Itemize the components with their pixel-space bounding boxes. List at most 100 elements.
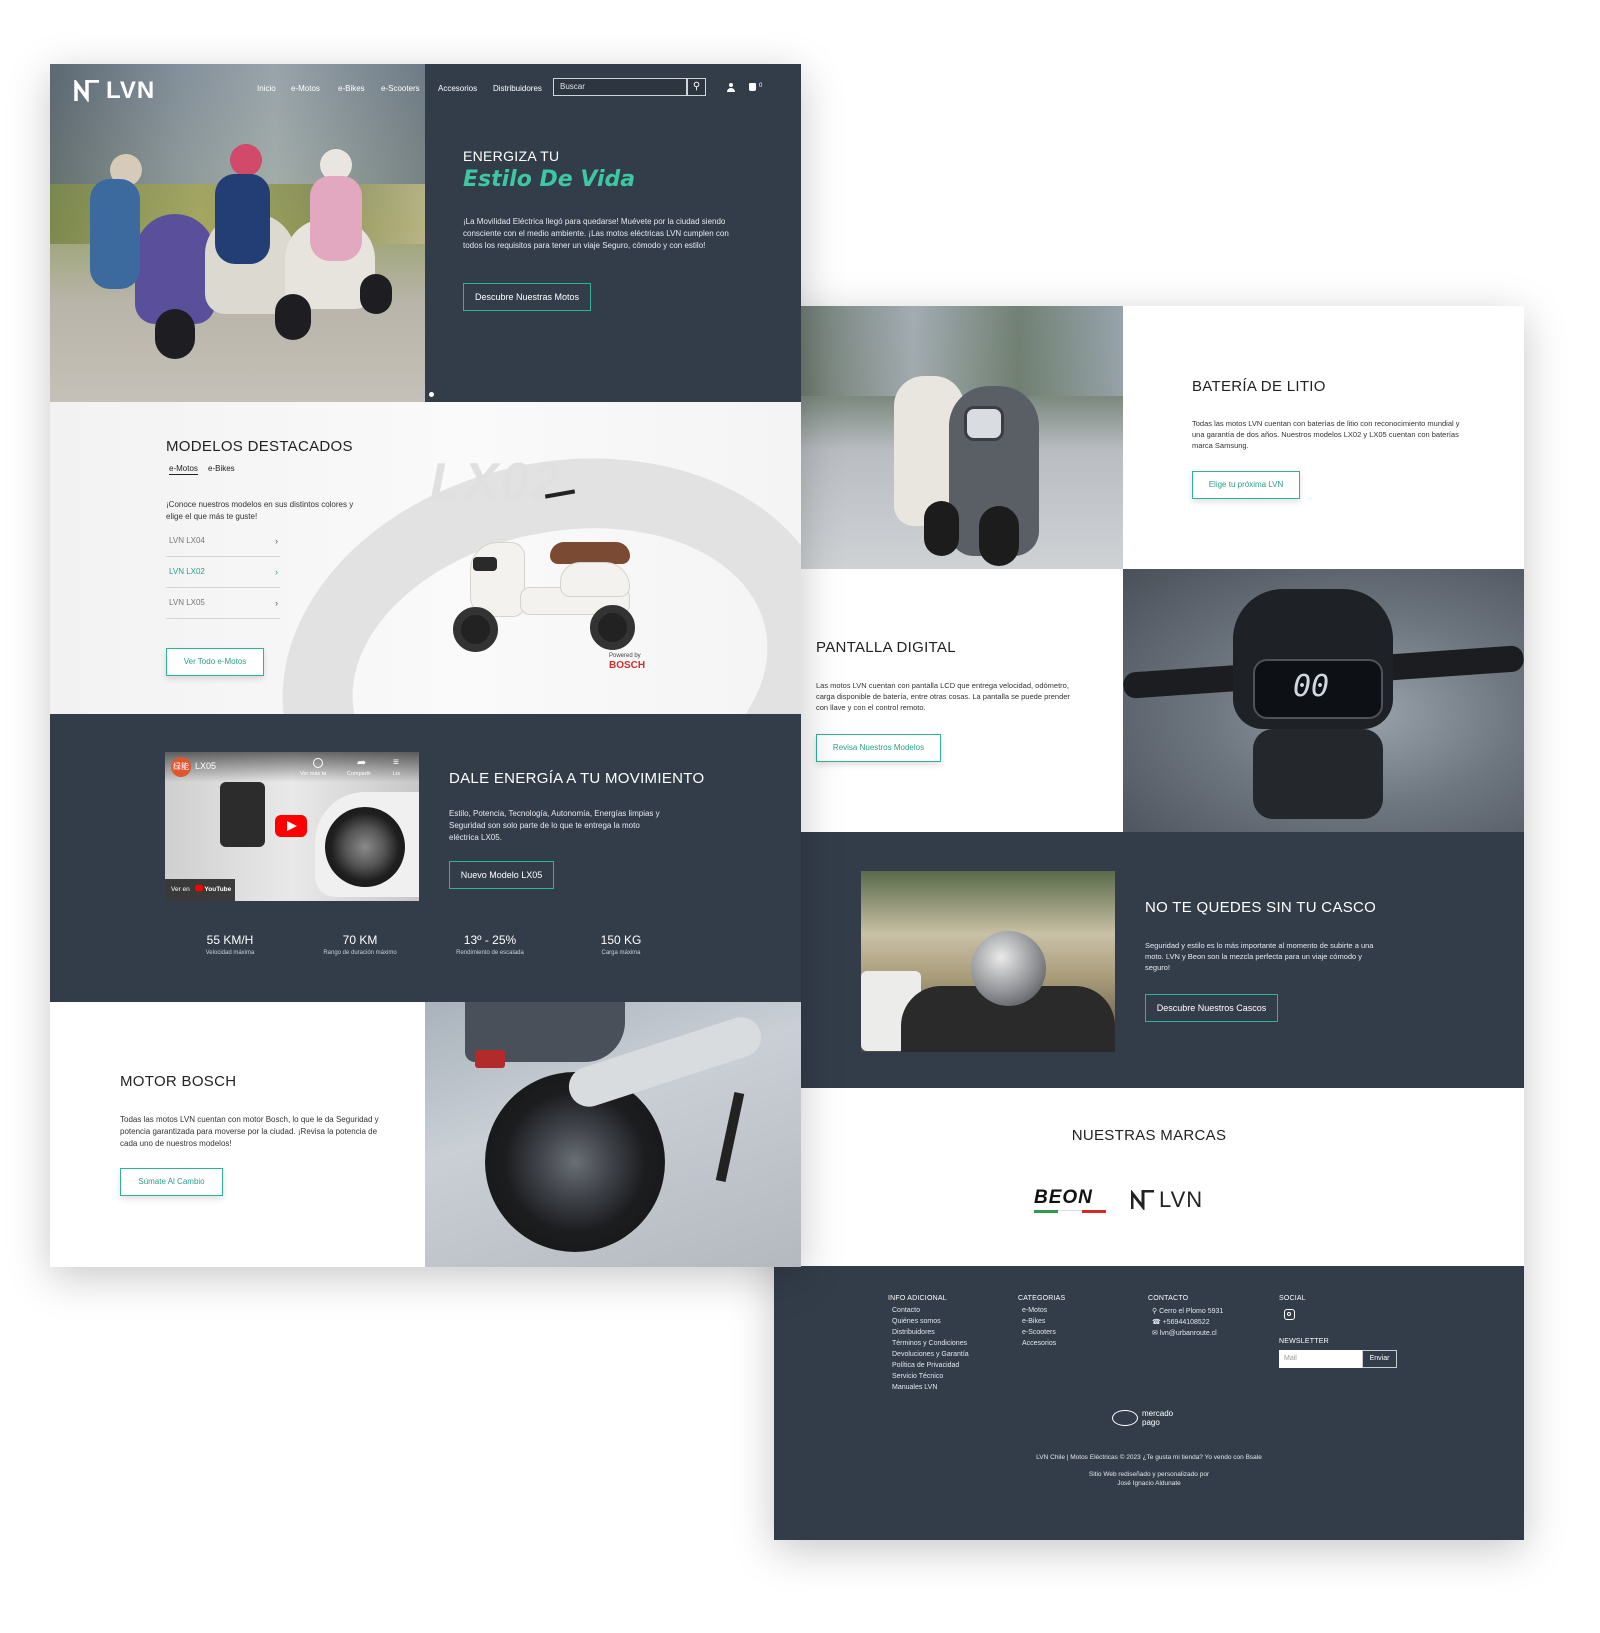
nav-emotos[interactable]: e-Motos [291, 84, 320, 93]
video-section-text: Estilo, Potencia, Tecnología, Autonomía,… [449, 809, 660, 842]
model-label: LVN LX05 [169, 598, 205, 607]
user-icon[interactable] [727, 83, 735, 92]
powered-by-text: Powered by [609, 653, 641, 659]
brand-lvn-logo: LVN [1131, 1187, 1203, 1213]
newsletter-submit-button[interactable]: Enviar [1362, 1350, 1397, 1368]
scooters-street-photo [774, 306, 1123, 569]
helmet-photo [861, 871, 1115, 1052]
watch-on-label: Ver en [171, 886, 190, 893]
footer-categories-title: CATEGORIAS [1018, 1295, 1066, 1302]
carousel-dot-2[interactable] [429, 392, 434, 397]
lvn-mark-icon [74, 80, 99, 102]
footer-contact-title: CONTACTO [1148, 1295, 1189, 1302]
footer-credit-line1: Sitio Web rediseñado y personalizado por [1088, 1471, 1210, 1478]
playlist-icon[interactable]: ≡ [393, 757, 399, 768]
video-section: 绿能 LX05 Ver más ta ➦ Compartir ≡ Lis Ver… [50, 714, 801, 1002]
video-section-title: DALE ENERGÍA A TU MOVIMIENTO [449, 770, 705, 787]
footer: INFO ADICIONAL Contacto Quiénes somos Di… [774, 1266, 1524, 1540]
model-item-lx02[interactable]: LVN LX02 › [166, 557, 280, 588]
footer-link-manuales[interactable]: Manuales LVN [892, 1384, 937, 1391]
model-item-lx05[interactable]: LVN LX05 › [166, 588, 280, 619]
footer-address-text: Cerro el Plomo 5931 [1159, 1308, 1224, 1315]
battery-title: BATERÍA DE LITIO [1192, 378, 1326, 395]
youtube-play-icon[interactable] [275, 815, 307, 837]
mercado-pago-logo: mercado pago [1112, 1409, 1186, 1427]
footer-link-contacto[interactable]: Contacto [892, 1307, 920, 1314]
footer-cat-escooters[interactable]: e-Scooters [1022, 1329, 1056, 1336]
watch-on-youtube[interactable]: Ver en YouTube [165, 879, 235, 901]
lcd-display-photo: 00 [1123, 569, 1524, 832]
footer-link-servicio-tecnico[interactable]: Servicio Técnico [892, 1373, 943, 1380]
display-title: PANTALLA DIGITAL [816, 639, 956, 656]
choose-lvn-button[interactable]: Elige tu próxima LVN [1192, 471, 1300, 499]
footer-address: ⚲ Cerro el Plomo 5931 [1152, 1307, 1223, 1315]
footer-link-devoluciones[interactable]: Devoluciones y Garantía [892, 1351, 969, 1358]
stat-speed: 55 KM/H Velocidad máxima [170, 933, 290, 956]
brand-lvn-text: LVN [1159, 1187, 1204, 1212]
footer-cat-accesorios[interactable]: Accesorios [1022, 1340, 1056, 1347]
video-title: LX05 [195, 761, 217, 771]
video-player[interactable]: 绿能 LX05 Ver más ta ➦ Compartir ≡ Lis Ver… [165, 752, 419, 901]
discover-motos-button[interactable]: Descubre Nuestras Motos [463, 283, 591, 311]
youtube-logo-icon [194, 885, 203, 891]
stat-value: 55 KM/H [206, 933, 254, 947]
stat-label: Carga máxima [601, 950, 641, 956]
hero-title-line2: Estilo De Vida [463, 167, 636, 192]
tab-emotos[interactable]: e-Motos [169, 464, 198, 475]
footer-email[interactable]: ✉ lvn@urbanroute.cl [1152, 1329, 1217, 1337]
hero-section: LVN Inicio e-Motos e-Bikes e-Scooters Ac… [50, 64, 801, 402]
channel-avatar: 绿能 [171, 757, 191, 777]
model-label: LVN LX02 [169, 567, 205, 576]
nav-escooters[interactable]: e-Scooters [381, 84, 420, 93]
new-model-lx05-button[interactable]: Nuevo Modelo LX05 [449, 861, 554, 889]
cart-count: 0 [759, 83, 763, 89]
chevron-right-icon: › [275, 536, 278, 546]
nav-distribuidores[interactable]: Distribuidores [493, 84, 542, 93]
stat-load: 150 KG Carga máxima [561, 933, 681, 956]
tab-ebikes[interactable]: e-Bikes [208, 464, 235, 473]
brand-beon-logo: BEON [1034, 1187, 1106, 1213]
nav-ebikes[interactable]: e-Bikes [338, 84, 365, 93]
logo-text: LVN [106, 77, 156, 104]
stat-value: 13º - 25% [463, 933, 517, 947]
footer-cat-emotos[interactable]: e-Motos [1022, 1307, 1047, 1314]
footer-link-terminos[interactable]: Términos y Condiciones [892, 1340, 967, 1347]
footer-link-distribuidores[interactable]: Distribuidores [892, 1329, 935, 1336]
brand-beon-text: BEON [1034, 1187, 1093, 1208]
motor-text: Todas las motos LVN cuentan con motor Bo… [120, 1115, 379, 1148]
footer-phone[interactable]: ☎ +56944108522 [1152, 1318, 1210, 1326]
footer-social-title: SOCIAL [1279, 1295, 1306, 1302]
mercado-pago-text: mercado pago [1142, 1409, 1174, 1427]
hero-text: ¡La Movilidad Eléctrica llegó para queda… [463, 217, 729, 250]
share-icon[interactable]: ➦ [357, 756, 366, 769]
stat-label: Rendimiento de escalada [456, 950, 524, 956]
wheel-image [325, 807, 405, 887]
hero-title-line1: ENERGIZA TU [463, 148, 560, 164]
view-all-emotos-button[interactable]: Ver Todo e-Motos [166, 648, 264, 676]
search-icon[interactable]: ⚲ [687, 78, 706, 96]
discover-helmets-button[interactable]: Descubre Nuestros Cascos [1145, 994, 1278, 1022]
page-mockup-right: BATERÍA DE LITIO Todas las motos LVN cue… [774, 306, 1524, 1540]
cart-icon[interactable] [749, 83, 756, 91]
carousel-dot-1[interactable] [418, 392, 423, 397]
featured-text: ¡Conoce nuestros modelos en sus distinto… [166, 500, 354, 521]
model-item-lx04[interactable]: LVN LX04 › [166, 526, 280, 557]
footer-email-text: lvn@urbanroute.cl [1159, 1330, 1217, 1337]
review-models-button[interactable]: Revisa Nuestros Modelos [816, 734, 941, 762]
stat-climb: 13º - 25% Rendimiento de escalada [430, 933, 550, 956]
helmet-section: NO TE QUEDES SIN TU CASCO Seguridad y es… [774, 832, 1524, 1088]
clock-icon[interactable] [313, 758, 323, 768]
instagram-icon[interactable] [1284, 1309, 1295, 1320]
nav-inicio[interactable]: Inicio [257, 84, 276, 93]
top-navigation: LVN Inicio e-Motos e-Bikes e-Scooters Ac… [50, 64, 801, 112]
nav-accesorios[interactable]: Accesorios [438, 84, 477, 93]
search-input[interactable]: Buscar [553, 78, 687, 96]
join-change-button[interactable]: Súmate Al Cambio [120, 1168, 223, 1196]
newsletter-email-input[interactable]: Mail [1279, 1350, 1362, 1368]
footer-cat-ebikes[interactable]: e-Bikes [1022, 1318, 1045, 1325]
footer-copyright: LVN Chile | Motos Eléctricas © 2023 ¿Te … [1036, 1454, 1262, 1461]
lvn-logo[interactable]: LVN [74, 77, 155, 105]
footer-link-quienes-somos[interactable]: Quiénes somos [892, 1318, 941, 1325]
footer-link-privacidad[interactable]: Política de Privacidad [892, 1362, 959, 1369]
model-label: LVN LX04 [169, 536, 205, 545]
